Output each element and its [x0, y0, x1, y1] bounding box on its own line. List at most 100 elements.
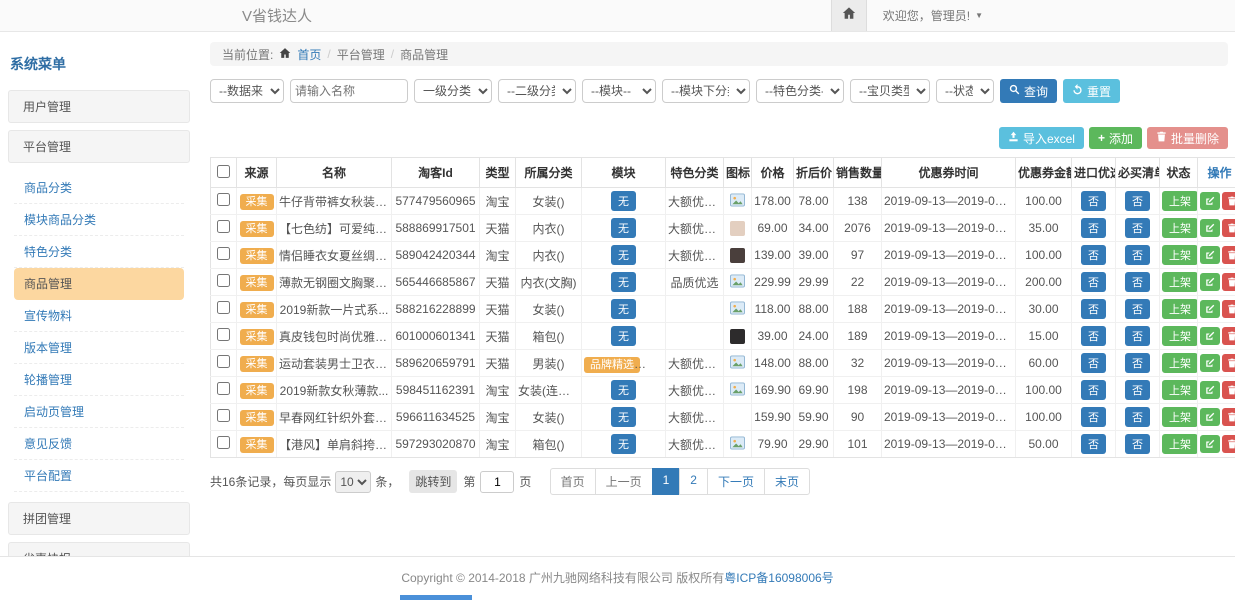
- import-excel-button[interactable]: 导入excel: [999, 127, 1084, 149]
- must-buy-toggle[interactable]: 否: [1125, 218, 1150, 238]
- must-buy-toggle[interactable]: 否: [1125, 191, 1150, 211]
- edit-button[interactable]: [1200, 273, 1220, 291]
- sidebar-item-平台配置[interactable]: 平台配置: [14, 460, 184, 492]
- must-buy-toggle[interactable]: 否: [1125, 380, 1150, 400]
- page-button-下一页[interactable]: 下一页: [707, 468, 765, 495]
- name-search-input[interactable]: [290, 79, 408, 103]
- filter-select---模块下分类--[interactable]: --模块下分类--: [662, 79, 750, 103]
- import-pick-toggle[interactable]: 否: [1081, 299, 1106, 319]
- import-pick-toggle[interactable]: 否: [1081, 407, 1106, 427]
- edit-button[interactable]: [1200, 192, 1220, 210]
- sidebar-item-拼团管理[interactable]: 拼团管理: [8, 502, 190, 535]
- row-checkbox[interactable]: [217, 247, 230, 260]
- status-badge[interactable]: 上架: [1162, 407, 1198, 427]
- delete-button[interactable]: [1222, 354, 1235, 372]
- filter-select---数据来源--[interactable]: --数据来源--: [210, 79, 284, 103]
- row-checkbox[interactable]: [217, 301, 230, 314]
- delete-button[interactable]: [1222, 246, 1235, 264]
- edit-button[interactable]: [1200, 219, 1220, 237]
- sidebar-item-商品管理[interactable]: 商品管理: [14, 268, 184, 300]
- status-badge[interactable]: 上架: [1162, 326, 1198, 346]
- must-buy-toggle[interactable]: 否: [1125, 272, 1150, 292]
- filter-select---模块--[interactable]: --模块--: [582, 79, 656, 103]
- delete-button[interactable]: [1222, 219, 1235, 237]
- sidebar-item-用户管理[interactable]: 用户管理: [8, 90, 190, 123]
- search-button[interactable]: 查询: [1000, 79, 1057, 103]
- jump-button[interactable]: 跳转到: [409, 470, 457, 493]
- icp-link[interactable]: 粤ICP备16098006号: [724, 571, 833, 585]
- module-badge[interactable]: 无: [611, 299, 636, 319]
- row-checkbox[interactable]: [217, 193, 230, 206]
- import-pick-toggle[interactable]: 否: [1081, 245, 1106, 265]
- sidebar-item-商品分类[interactable]: 商品分类: [14, 172, 184, 204]
- home-button[interactable]: [831, 0, 867, 31]
- select-all-checkbox[interactable]: [217, 165, 230, 178]
- module-badge[interactable]: 无: [611, 272, 636, 292]
- delete-button[interactable]: [1222, 192, 1235, 210]
- status-badge[interactable]: 上架: [1162, 434, 1198, 454]
- filter-select---二级分类--[interactable]: --二级分类--: [498, 79, 576, 103]
- status-badge[interactable]: 上架: [1162, 353, 1198, 373]
- must-buy-toggle[interactable]: 否: [1125, 245, 1150, 265]
- row-checkbox[interactable]: [217, 355, 230, 368]
- module-badge[interactable]: 无: [611, 380, 636, 400]
- import-pick-toggle[interactable]: 否: [1081, 326, 1106, 346]
- import-pick-toggle[interactable]: 否: [1081, 353, 1106, 373]
- import-pick-toggle[interactable]: 否: [1081, 434, 1106, 454]
- delete-button[interactable]: [1222, 408, 1235, 426]
- sidebar-item-模块商品分类[interactable]: 模块商品分类: [14, 204, 184, 236]
- module-badge[interactable]: 无: [611, 326, 636, 346]
- filter-select-一级分类[interactable]: 一级分类: [414, 79, 492, 103]
- edit-button[interactable]: [1200, 327, 1220, 345]
- sidebar-item-宣传物料[interactable]: 宣传物料: [14, 300, 184, 332]
- must-buy-toggle[interactable]: 否: [1125, 353, 1150, 373]
- breadcrumb-home-link[interactable]: 首页: [297, 46, 321, 63]
- page-button-末页[interactable]: 末页: [764, 468, 810, 495]
- sidebar-item-平台管理[interactable]: 平台管理: [8, 130, 190, 163]
- edit-button[interactable]: [1200, 300, 1220, 318]
- sidebar-item-意见反馈[interactable]: 意见反馈: [14, 428, 184, 460]
- page-button-2[interactable]: 2: [679, 468, 708, 495]
- row-checkbox[interactable]: [217, 409, 230, 422]
- delete-button[interactable]: [1222, 435, 1235, 453]
- row-checkbox[interactable]: [217, 328, 230, 341]
- delete-button[interactable]: [1222, 273, 1235, 291]
- add-button[interactable]: + 添加: [1089, 127, 1142, 149]
- row-checkbox[interactable]: [217, 274, 230, 287]
- sidebar-item-特色分类[interactable]: 特色分类: [14, 236, 184, 268]
- must-buy-toggle[interactable]: 否: [1125, 407, 1150, 427]
- import-pick-toggle[interactable]: 否: [1081, 380, 1106, 400]
- module-badge[interactable]: 品牌精选: [584, 357, 640, 373]
- status-badge[interactable]: 上架: [1162, 218, 1198, 238]
- edit-button[interactable]: [1200, 354, 1220, 372]
- delete-button[interactable]: [1222, 381, 1235, 399]
- batch-delete-button[interactable]: 批量删除: [1147, 127, 1228, 149]
- module-badge[interactable]: 无: [611, 434, 636, 454]
- module-badge[interactable]: 无: [611, 191, 636, 211]
- status-badge[interactable]: 上架: [1162, 380, 1198, 400]
- must-buy-toggle[interactable]: 否: [1125, 326, 1150, 346]
- page-number-input[interactable]: [480, 471, 514, 493]
- import-pick-toggle[interactable]: 否: [1081, 218, 1106, 238]
- sidebar-item-省惠快报[interactable]: 省惠快报: [8, 542, 190, 556]
- status-badge[interactable]: 上架: [1162, 272, 1198, 292]
- edit-button[interactable]: [1200, 381, 1220, 399]
- delete-button[interactable]: [1222, 327, 1235, 345]
- per-page-select[interactable]: 10: [335, 471, 371, 493]
- must-buy-toggle[interactable]: 否: [1125, 434, 1150, 454]
- module-badge[interactable]: 无: [611, 218, 636, 238]
- reset-button[interactable]: 重置: [1063, 79, 1120, 103]
- edit-button[interactable]: [1200, 435, 1220, 453]
- user-menu[interactable]: 欢迎您，管理员! ▼: [867, 0, 983, 31]
- edit-button[interactable]: [1200, 408, 1220, 426]
- filter-select---宝贝类型--[interactable]: --宝贝类型--: [850, 79, 930, 103]
- must-buy-toggle[interactable]: 否: [1125, 299, 1150, 319]
- sidebar-item-轮播管理[interactable]: 轮播管理: [14, 364, 184, 396]
- edit-button[interactable]: [1200, 246, 1220, 264]
- filter-select---状态--[interactable]: --状态--: [936, 79, 994, 103]
- module-badge[interactable]: 无: [611, 245, 636, 265]
- filter-select---特色分类--[interactable]: --特色分类--: [756, 79, 844, 103]
- row-checkbox[interactable]: [217, 382, 230, 395]
- row-checkbox[interactable]: [217, 220, 230, 233]
- page-button-上一页[interactable]: 上一页: [595, 468, 653, 495]
